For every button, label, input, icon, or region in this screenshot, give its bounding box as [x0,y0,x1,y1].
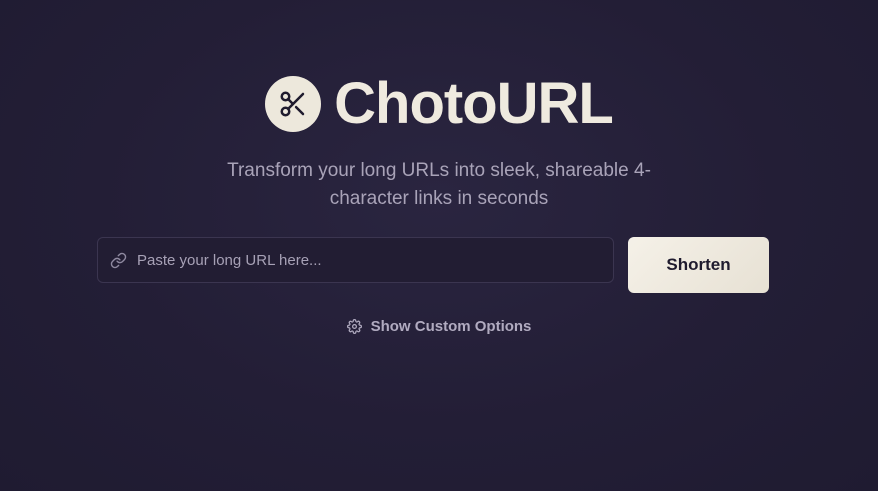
brand-header: ChotoURL [0,74,878,134]
url-input[interactable] [137,238,613,282]
tagline-line-2: character links in seconds [329,188,549,209]
tagline: Transform your long URLs into sleek, sha… [0,157,878,213]
gear-icon [347,319,363,335]
custom-options-toggle[interactable]: Show Custom Options [0,318,878,335]
scissors-icon [280,91,305,117]
custom-options-label: Show Custom Options [370,318,532,335]
link-icon [109,251,127,269]
logo [265,76,322,132]
url-input-container [97,237,614,283]
app-title: ChotoURL [334,71,614,136]
tagline-line-1: Transform your long URLs into sleek, sha… [227,160,651,181]
shorten-button[interactable]: Shorten [628,237,769,293]
